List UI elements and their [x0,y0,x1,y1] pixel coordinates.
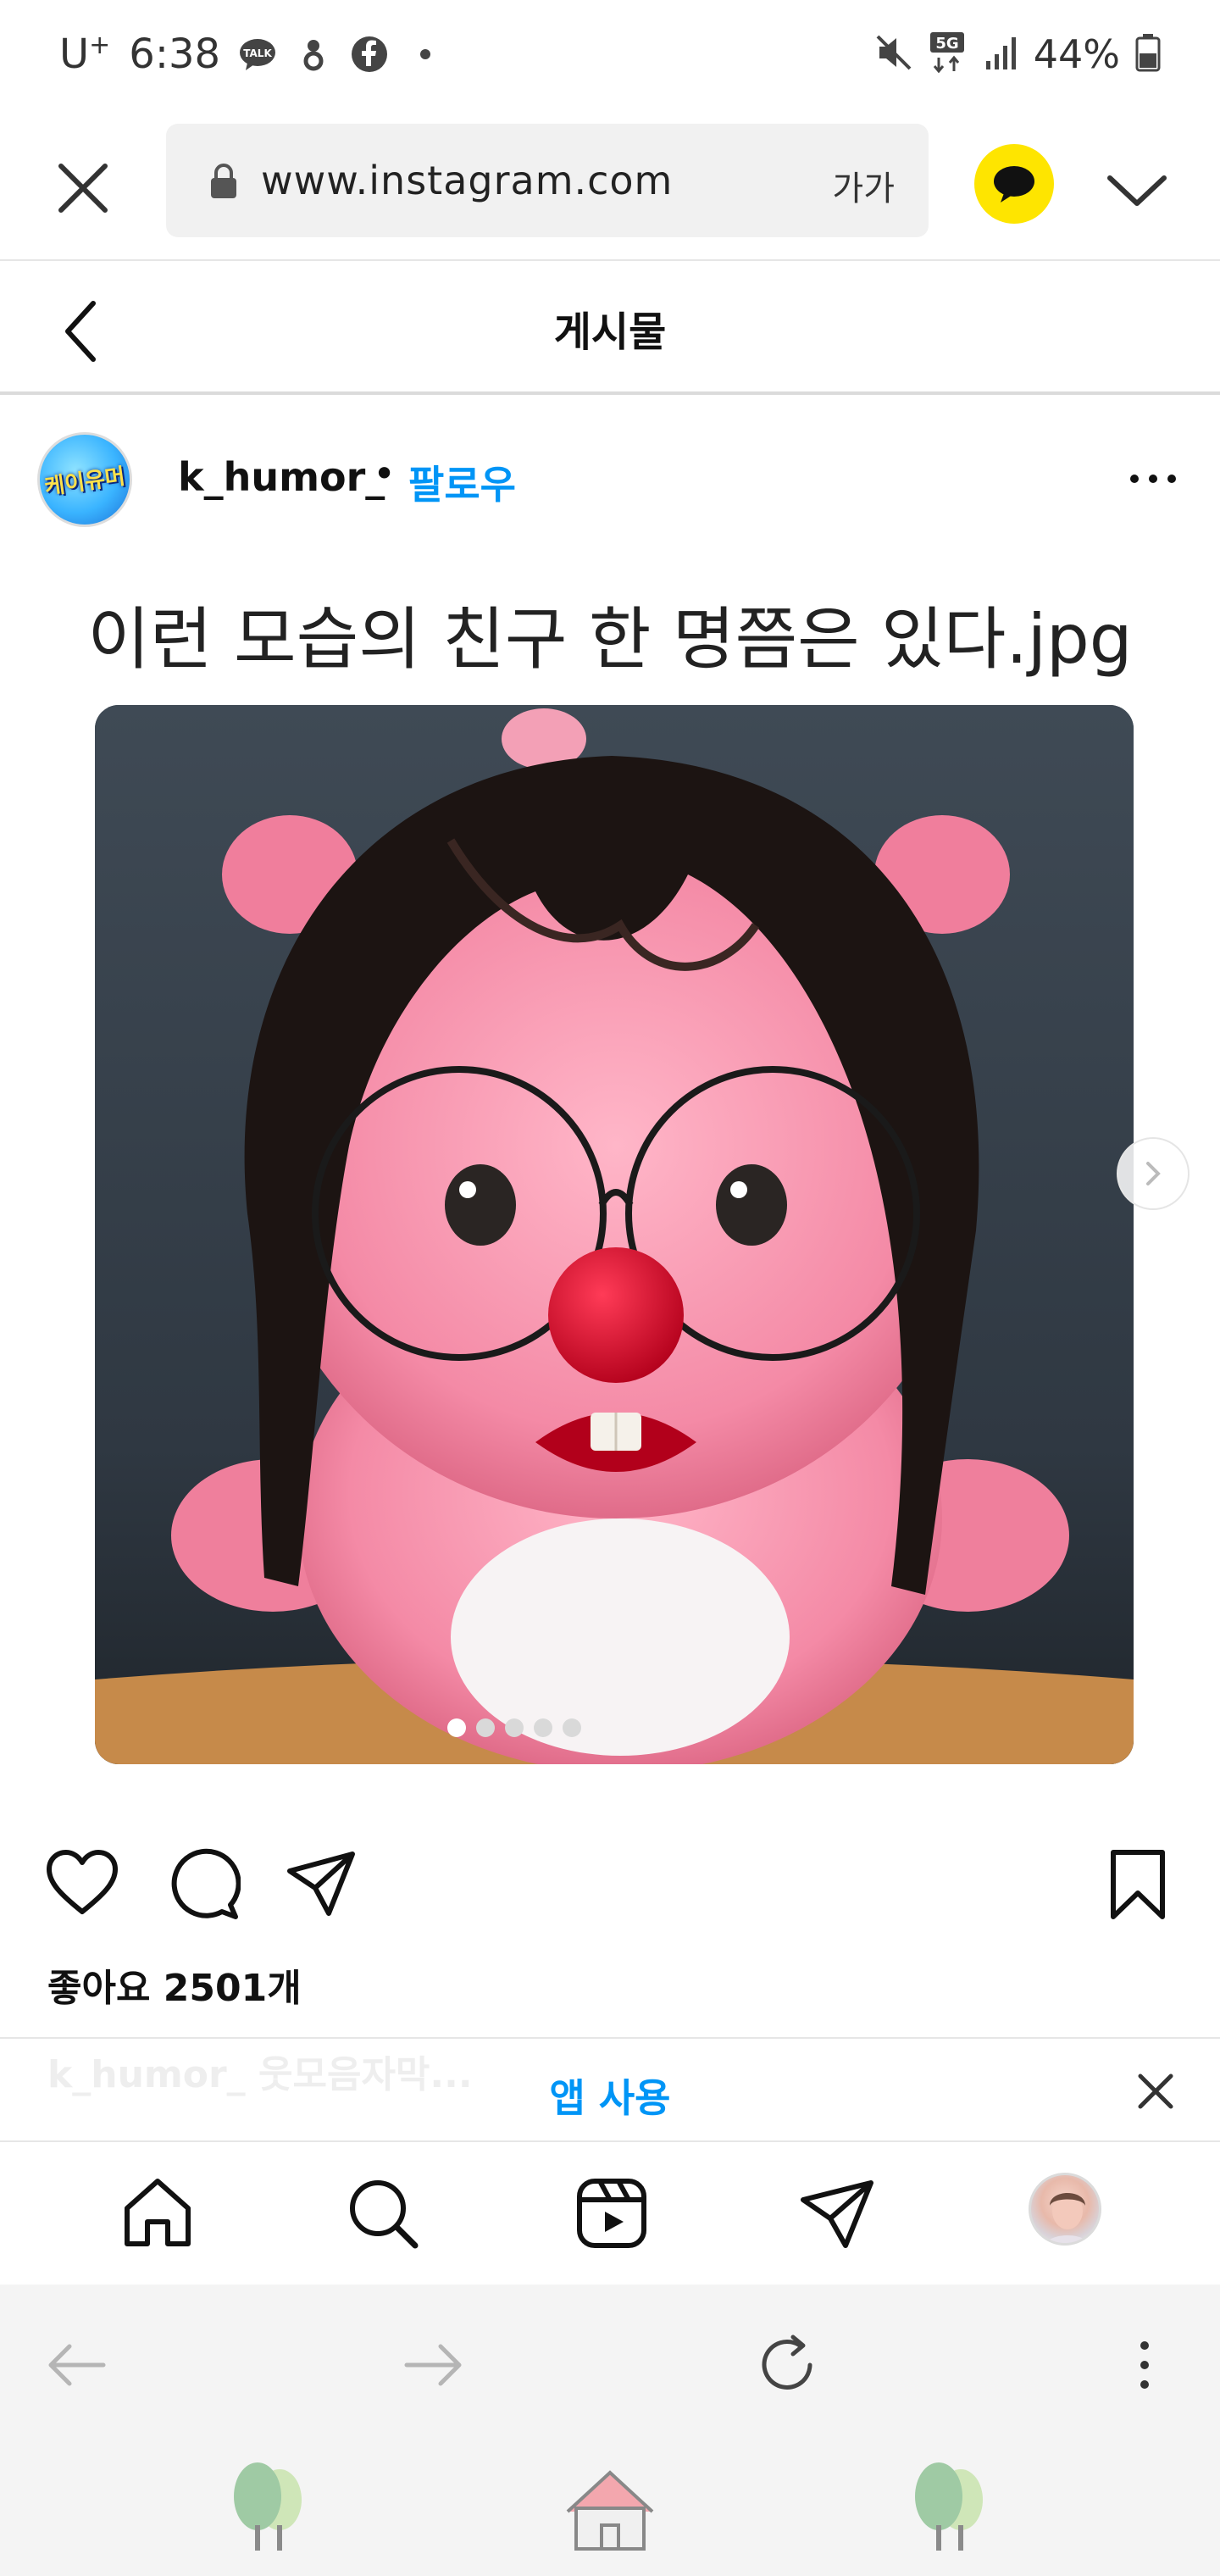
heart-icon [47,1850,118,1914]
nav-direct-button[interactable] [796,2173,878,2254]
carousel-next-button[interactable] [1117,1137,1190,1210]
close-icon [1138,2074,1173,2109]
open-app-banner: k_humor_ 웃모음자막... 앱 사용 [0,2037,1220,2142]
house-icon [566,2470,654,2551]
kakaotalk-notification-icon: TALK [239,36,276,73]
reload-icon [762,2334,812,2390]
carrier-label: U+ [59,31,110,78]
nav-search-button[interactable] [342,2173,424,2254]
carousel-dot-active [447,1718,466,1737]
page-header: 게시물 [0,263,1220,395]
separator: • [373,451,396,497]
comment-button[interactable] [164,1846,241,1922]
like-button[interactable] [44,1846,120,1922]
text-size-button[interactable]: 가가 [832,161,895,210]
carrier-plus: + [89,31,111,60]
send-icon [801,2180,873,2248]
status-left: U+ 6:38 TALK [59,31,444,78]
trees-shortcut-2[interactable] [900,2457,1001,2559]
post-header: 케이유머 k_humor_ • 팔로우 [0,398,1220,559]
post-actions [0,1830,1220,1940]
more-dot-icon [1149,475,1157,483]
carousel-dot [505,1718,524,1737]
home-icon [125,2179,191,2246]
carousel-dot [563,1718,581,1737]
profile-photo [1045,2192,1090,2243]
arrow-left-icon [48,2344,106,2386]
more-notifications-dot-icon [407,36,444,73]
browser-url-bar: www.instagram.com 가가 [0,119,1220,261]
trees-shortcut[interactable] [219,2457,320,2559]
expand-menu-button[interactable] [1103,156,1171,224]
more-dot-icon [1167,475,1176,483]
browser-forward-button[interactable] [395,2327,471,2403]
more-options-button[interactable] [1123,466,1183,491]
url-text: www.instagram.com [261,158,674,203]
trees-icon [234,2462,302,2551]
browser-menu-button[interactable] [1106,2327,1183,2403]
status-bar: U+ 6:38 TALK 5G 44% [0,0,1220,119]
page-title: 게시물 [553,308,667,356]
facebook-notification-icon [351,36,388,73]
carrier-name: U [59,31,90,78]
home-shortcut[interactable] [559,2457,661,2559]
image-caption-text: 이런 모습의 친구 한 명쯤은 있다.jpg [87,600,1133,679]
close-banner-button[interactable] [1128,2064,1183,2118]
network-type-text: 5G [935,35,958,53]
author-username[interactable]: k_humor_ [178,454,385,500]
nav-home-button[interactable] [117,2173,198,2254]
nav-reels-button[interactable] [571,2173,652,2254]
follow-button[interactable]: 팔로우 [408,454,516,510]
instagram-bottom-nav [0,2142,1220,2285]
comment-icon [171,1848,241,1919]
browser-reload-button[interactable] [749,2327,825,2403]
likes-count[interactable]: 좋아요 2501개 [47,1957,302,2012]
carousel-indicator [447,1718,581,1737]
browser-back-button[interactable] [39,2327,115,2403]
mute-icon [874,33,913,75]
save-button[interactable] [1100,1846,1176,1922]
more-dot-icon [1130,475,1139,483]
search-icon [350,2180,419,2249]
arrow-right-icon [404,2344,462,2386]
clock: 6:38 [129,31,221,78]
signal-icon [984,34,1018,75]
bottom-launcher [0,2440,1220,2576]
battery-percent: 44% [1033,31,1120,77]
carousel-dot [534,1718,552,1737]
author-avatar[interactable]: 케이유머 [37,432,132,527]
post-photo [95,705,1134,1764]
address-field[interactable]: www.instagram.com 가가 [166,124,929,237]
plush-toy-illustration [95,705,1134,1764]
bookmark-icon [1111,1850,1165,1919]
lock-icon [211,164,236,198]
open-in-app-button[interactable]: 앱 사용 [0,2068,1220,2124]
carousel-dot [476,1718,495,1737]
speech-bubble-icon [994,166,1034,203]
share-button[interactable] [283,1846,359,1922]
kakaotalk-share-button[interactable] [974,144,1054,224]
5g-network-icon: 5G [929,31,969,78]
status-right: 5G 44% [874,31,1161,78]
nav-profile-avatar[interactable] [1029,2173,1101,2246]
app-notification-icon [295,36,332,73]
talk-badge-text: TALK [243,47,272,59]
chevron-right-icon [1146,1162,1161,1185]
close-tab-button[interactable] [51,156,115,220]
post-media[interactable]: 이런 모습의 친구 한 명쯤은 있다.jpg [0,559,1220,1779]
browser-toolbar [0,2285,1220,2440]
chevron-down-icon [1107,175,1167,206]
trees-icon [915,2462,983,2551]
kebab-menu-icon [1140,2341,1149,2389]
battery-icon [1135,33,1161,75]
close-icon [58,164,108,213]
send-icon [287,1852,355,1916]
avatar-text: 케이유머 [42,463,127,500]
reels-icon [577,2179,646,2248]
